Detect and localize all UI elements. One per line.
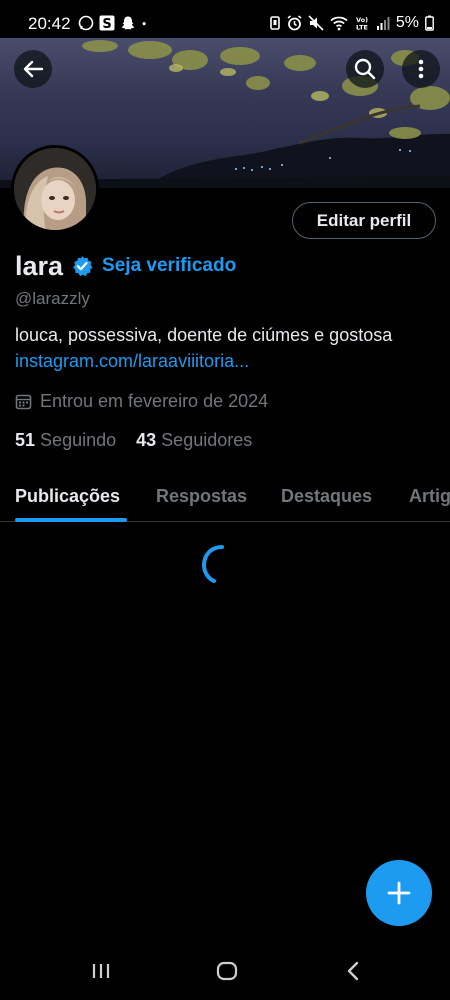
battery-icon xyxy=(425,15,434,31)
tab-replies[interactable]: Respostas xyxy=(156,486,247,507)
status-time: 20:42 xyxy=(28,14,71,33)
compose-post-button[interactable] xyxy=(366,860,432,926)
profile-bio: louca, possessiva, doente de ciúmes e go… xyxy=(15,325,393,345)
edit-profile-button[interactable]: Editar perfil xyxy=(292,202,436,239)
active-tab-indicator xyxy=(15,518,127,522)
following-label: Seguindo xyxy=(40,430,117,450)
profile-tabs: Publicações Respostas Destaques Artigos xyxy=(0,471,450,522)
display-name: lara xyxy=(15,250,64,281)
tab-highlights[interactable]: Destaques xyxy=(281,486,372,507)
followers-link[interactable]: 43 Seguidores xyxy=(136,430,252,451)
recent-apps-button[interactable] xyxy=(86,959,116,983)
battery-percent: 5% xyxy=(395,14,419,31)
back-nav-button[interactable] xyxy=(338,959,368,983)
profile-website-link[interactable]: instagram.com/laraaviiitoria... xyxy=(15,351,249,372)
whatsapp-icon xyxy=(78,15,94,31)
wifi-icon xyxy=(330,16,348,31)
tab-posts[interactable]: Publicações xyxy=(15,486,120,507)
system-icons: Vo) LTE 5% xyxy=(269,14,434,32)
system-navigation-bar xyxy=(0,945,450,1000)
more-vertical-icon xyxy=(418,59,424,79)
join-date-text: Entrou em fevereiro de 2024 xyxy=(40,391,269,411)
calendar-icon xyxy=(15,394,32,410)
follow-stats: 51 Seguindo 43 Seguidores xyxy=(15,430,252,451)
signal-icon xyxy=(376,17,390,30)
home-button[interactable] xyxy=(212,959,242,983)
tab-articles[interactable]: Artigos xyxy=(409,486,450,507)
mute-icon xyxy=(308,15,324,31)
followers-count: 43 xyxy=(136,430,157,450)
snapchat-icon xyxy=(121,16,135,30)
arrow-left-icon xyxy=(23,60,44,78)
profile-avatar[interactable] xyxy=(11,145,99,233)
s-app-icon: S xyxy=(99,15,115,31)
recent-apps-icon xyxy=(92,964,110,978)
back-button[interactable] xyxy=(14,50,52,88)
search-button[interactable] xyxy=(346,50,384,88)
plus-icon xyxy=(387,881,411,905)
status-bar: 20:42 S Vo) LTE 5% xyxy=(0,0,450,38)
svg-text:S: S xyxy=(102,17,111,31)
more-options-button[interactable] xyxy=(402,50,440,88)
verified-badge-icon xyxy=(73,256,93,277)
home-icon xyxy=(216,961,238,981)
loading-spinner-icon xyxy=(201,545,224,583)
alarm-icon xyxy=(287,15,302,31)
get-verified-link[interactable]: Seja verificado xyxy=(102,255,236,277)
followers-label: Seguidores xyxy=(161,430,253,450)
notification-icons: S xyxy=(78,15,151,31)
following-count: 51 xyxy=(15,430,36,450)
svg-text:LTE: LTE xyxy=(356,24,368,32)
following-link[interactable]: 51 Seguindo xyxy=(15,430,116,451)
name-row: lara Seja verificado xyxy=(15,249,236,283)
search-icon xyxy=(354,58,376,80)
join-date: Entrou em fevereiro de 2024 xyxy=(15,391,268,412)
chevron-left-icon xyxy=(347,961,359,981)
volte-icon: Vo) LTE xyxy=(356,16,368,32)
vibrate-icon xyxy=(270,16,280,30)
dot-icon xyxy=(142,22,146,26)
user-handle: @larazzly xyxy=(15,289,90,308)
